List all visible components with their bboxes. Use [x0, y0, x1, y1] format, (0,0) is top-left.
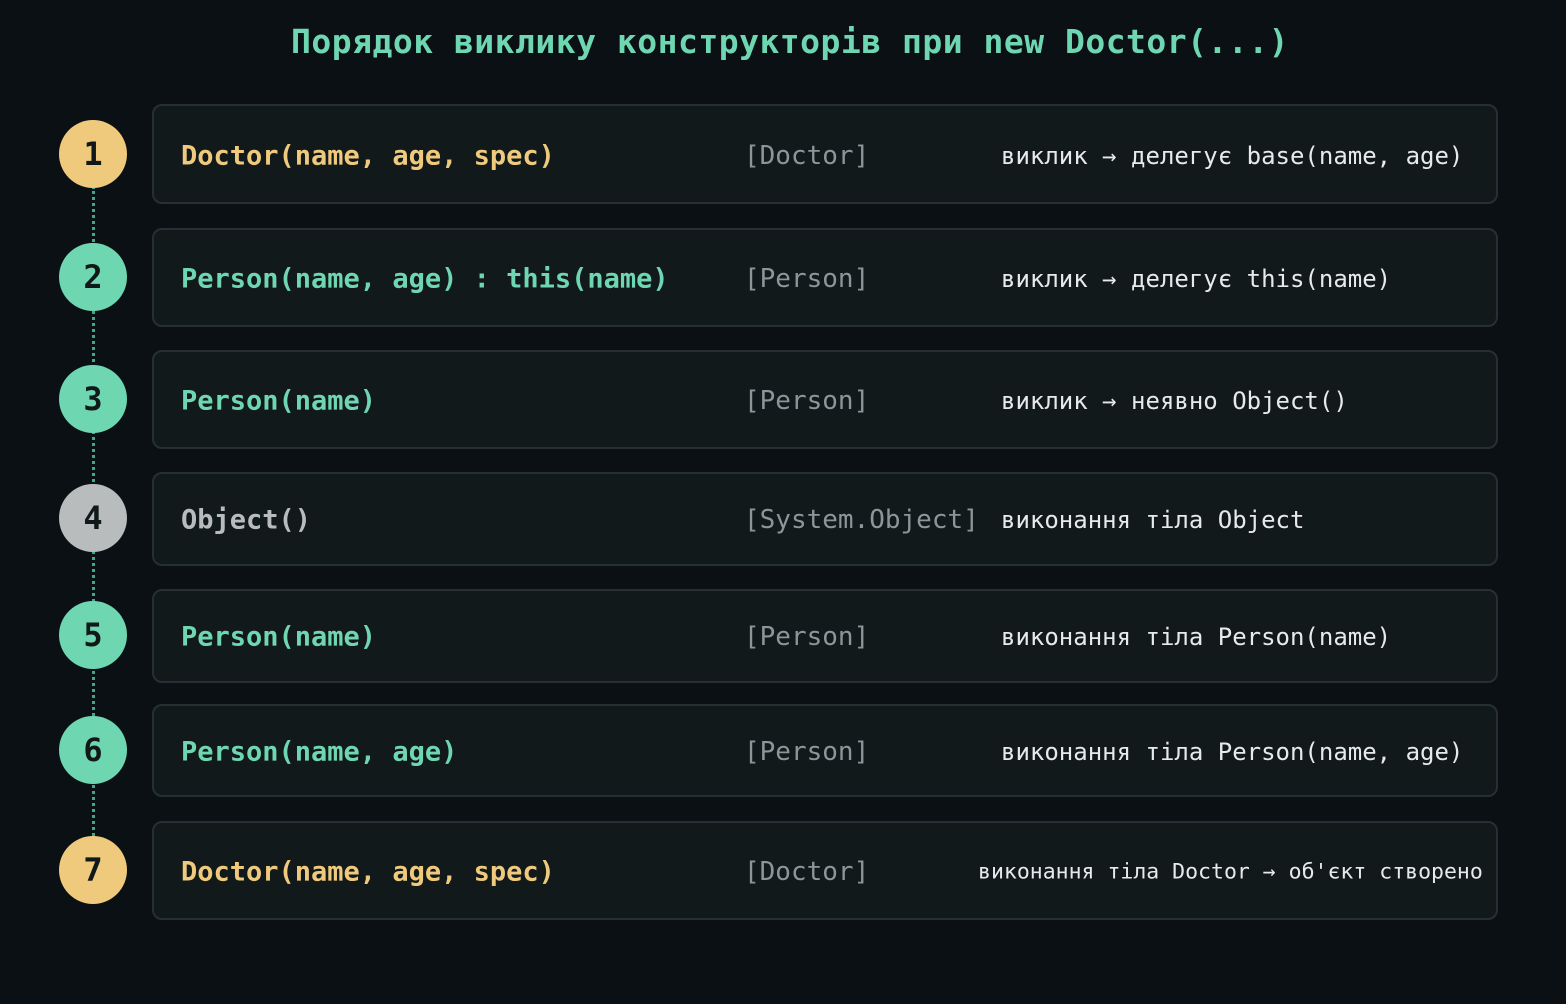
- step-number-badge: 1: [59, 120, 127, 188]
- step-description: виклик → неявно Object(): [1001, 387, 1348, 415]
- class-label: [Person]: [744, 737, 870, 767]
- step-description: виконання тіла Person(name, age): [1001, 738, 1464, 766]
- step-number-badge: 4: [59, 484, 127, 552]
- step-card: Person(name) [Person] виклик → неявно Obje…: [152, 350, 1498, 449]
- class-label: [Person]: [744, 264, 870, 294]
- diagram-title: Порядок виклику конструкторів при new Do…: [290, 22, 1290, 61]
- constructor-signature: Object(): [181, 504, 312, 536]
- step-number-badge: 2: [59, 243, 127, 311]
- step-description: виконання тіла Doctor → об'єкт створено: [978, 859, 1483, 885]
- class-label: [Doctor]: [744, 141, 870, 171]
- step-card: Person(name) [Person] виконання тіла Perso…: [152, 589, 1498, 683]
- step-description: виклик → делегує base(name, age): [1001, 142, 1464, 170]
- step-number-badge: 3: [59, 365, 127, 433]
- step-number-badge: 7: [59, 836, 127, 904]
- constructor-signature: Person(name): [181, 385, 377, 417]
- step-number-badge: 6: [59, 716, 127, 784]
- constructor-signature: Person(name, age): [181, 736, 458, 768]
- class-label: [Person]: [744, 386, 870, 416]
- step-card: Doctor(name, age, spec) [Doctor] виклик → …: [152, 104, 1498, 204]
- constructor-signature: Doctor(name, age, spec): [181, 140, 555, 172]
- class-label: [Doctor]: [744, 857, 870, 887]
- page: Порядок виклику конструкторів при new Do…: [0, 0, 1566, 1004]
- constructor-signature: Person(name): [181, 621, 377, 653]
- step-card: Doctor(name, age, spec) [Doctor] виконання…: [152, 821, 1498, 920]
- constructor-signature: Doctor(name, age, spec): [181, 856, 555, 888]
- step-description: виклик → делегує this(name): [1001, 265, 1392, 293]
- step-card: Person(name, age) [Person] виконання тіла …: [152, 704, 1498, 797]
- step-description: виконання тіла Object: [1001, 506, 1305, 534]
- class-label: [System.Object]: [744, 505, 979, 535]
- class-label: [Person]: [744, 622, 870, 652]
- step-number-badge: 5: [59, 601, 127, 669]
- step-card: Object() [System.Object] виконання тіла Ob…: [152, 472, 1498, 566]
- constructor-signature: Person(name, age) : this(name): [181, 263, 669, 295]
- step-description: виконання тіла Person(name): [1001, 623, 1392, 651]
- step-card: Person(name, age) : this(name) [Person] ви…: [152, 228, 1498, 327]
